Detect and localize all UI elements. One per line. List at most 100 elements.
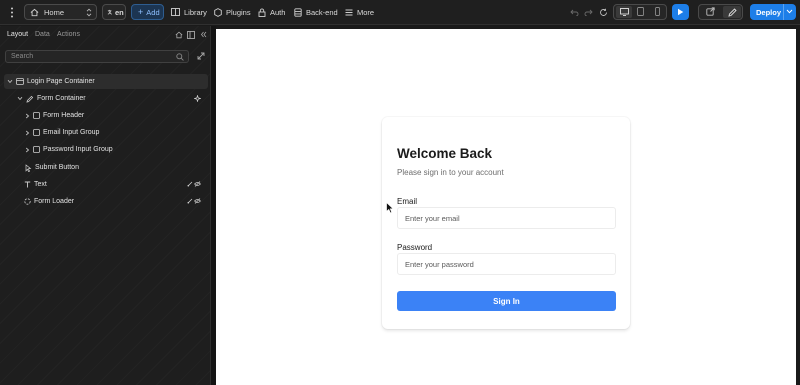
tree-item-form-container[interactable]: Form Container [4, 91, 208, 106]
menu-icon [345, 9, 353, 16]
layers-search-input[interactable]: Search [5, 50, 189, 63]
nav-more[interactable]: More [345, 4, 374, 20]
nav-library[interactable]: Library [171, 4, 207, 20]
nav-plugins[interactable]: Plugins [214, 4, 251, 20]
tree-item-login-page-container[interactable]: Login Page Container [4, 74, 208, 89]
nav-auth-label: Auth [270, 7, 286, 17]
language-code: en [115, 7, 124, 17]
email-field[interactable]: Enter your email [397, 207, 616, 229]
nav-library-label: Library [184, 7, 207, 17]
search-icon [176, 53, 184, 61]
tree-item-password-input-group[interactable]: Password Input Group [4, 142, 208, 157]
layers-panel: Layout Data Actions Search Login Page Co… [0, 26, 211, 385]
tree-item-label: Form Loader [34, 198, 75, 205]
chevron-down-icon[interactable] [786, 9, 793, 14]
chevron-down-icon[interactable] [7, 79, 13, 84]
device-switcher [613, 4, 667, 20]
lock-icon [258, 8, 266, 17]
open-external-icon[interactable] [706, 7, 715, 16]
tree-item-label: Login Page Container [27, 78, 95, 85]
deploy-button-label: Deploy [756, 7, 782, 17]
password-label: Password [397, 243, 433, 252]
tree-item-form-loader[interactable]: Form Loader [4, 194, 208, 209]
chevron-updown-icon [86, 8, 92, 17]
deploy-button[interactable]: Deploy [750, 4, 796, 20]
eye-off-icon[interactable] [194, 181, 201, 187]
login-form-card: Welcome Back Please sign in to your acco… [382, 117, 630, 329]
top-toolbar: Home en + Add Library Plugins Auth Back-… [0, 0, 800, 25]
tab-layout[interactable]: Layout [7, 31, 28, 38]
email-label: Email [397, 197, 418, 206]
loader-icon [24, 198, 31, 205]
tree-item-label: Submit Button [35, 164, 79, 171]
container-icon [16, 78, 24, 85]
chevron-down-icon[interactable] [17, 96, 23, 101]
deploy-divider [783, 4, 784, 20]
email-placeholder: Enter your email [405, 214, 460, 223]
tablet-icon[interactable] [637, 7, 644, 16]
library-icon [171, 8, 180, 16]
pencil-icon[interactable] [723, 6, 741, 18]
mouse-cursor-icon [386, 202, 394, 214]
text-icon [24, 181, 31, 188]
kebab-menu-icon[interactable] [5, 4, 19, 20]
link-icon[interactable] [187, 198, 193, 204]
tree-item-label: Form Container [37, 95, 86, 102]
tree-item-submit-button[interactable]: Submit Button [4, 160, 208, 175]
desktop-icon[interactable] [616, 6, 632, 18]
add-button[interactable]: + Add [131, 4, 164, 20]
link-icon[interactable] [187, 181, 193, 187]
nav-backend-label: Back-end [306, 7, 338, 17]
translate-icon [107, 9, 114, 16]
preview-play-button[interactable] [672, 4, 689, 20]
refresh-icon[interactable] [598, 4, 608, 20]
password-placeholder: Enter your password [405, 260, 474, 269]
play-icon [677, 8, 684, 16]
database-icon [294, 7, 302, 17]
form-icon [26, 95, 34, 103]
plus-icon: + [138, 7, 144, 17]
collapse-panel-icon[interactable] [200, 31, 207, 38]
tab-data[interactable]: Data [35, 31, 50, 38]
tree-item-label: Email Input Group [43, 129, 100, 136]
password-field[interactable]: Enter your password [397, 253, 616, 275]
box-icon [33, 129, 40, 136]
home-icon[interactable] [175, 31, 183, 39]
edit-mode-switcher [698, 4, 743, 20]
nav-backend[interactable]: Back-end [294, 4, 338, 20]
form-subtitle: Please sign in to your account [397, 168, 504, 177]
add-button-label: Add [146, 7, 160, 17]
editor-canvas: Welcome Back Please sign in to your acco… [216, 29, 796, 385]
tree-item-label: Form Header [43, 112, 85, 119]
cursor-click-icon [24, 163, 32, 172]
page-select-value: Home [44, 7, 65, 17]
chevron-right-icon[interactable] [25, 113, 30, 119]
home-icon [30, 8, 39, 17]
tree-item-form-header[interactable]: Form Header [4, 108, 208, 123]
nav-auth[interactable]: Auth [258, 4, 285, 20]
tree-item-label: Password Input Group [43, 146, 113, 153]
box-icon [33, 146, 40, 153]
sign-in-button[interactable]: Sign In [397, 291, 616, 311]
panel-tabs: Layout Data Actions [0, 26, 210, 44]
mobile-icon[interactable] [655, 7, 660, 16]
search-placeholder: Search [11, 53, 34, 60]
form-title: Welcome Back [397, 146, 493, 161]
nav-plugins-label: Plugins [226, 7, 251, 17]
box-icon [33, 112, 40, 119]
chevron-right-icon[interactable] [25, 130, 30, 136]
plugins-icon [214, 7, 222, 17]
chevron-right-icon[interactable] [25, 147, 30, 153]
tree-item-text[interactable]: Text [4, 177, 208, 192]
tree-item-email-input-group[interactable]: Email Input Group [4, 125, 208, 140]
tree-item-label: Text [34, 181, 47, 188]
redo-icon[interactable] [583, 4, 593, 20]
undo-icon[interactable] [569, 4, 579, 20]
expand-icon[interactable] [197, 52, 205, 60]
panel-layout-icon[interactable] [187, 31, 195, 39]
eye-off-icon[interactable] [194, 198, 201, 204]
tab-actions[interactable]: Actions [57, 31, 80, 38]
settings-icon[interactable] [194, 95, 201, 102]
page-select[interactable]: Home [24, 4, 97, 20]
language-select[interactable]: en [102, 4, 126, 20]
